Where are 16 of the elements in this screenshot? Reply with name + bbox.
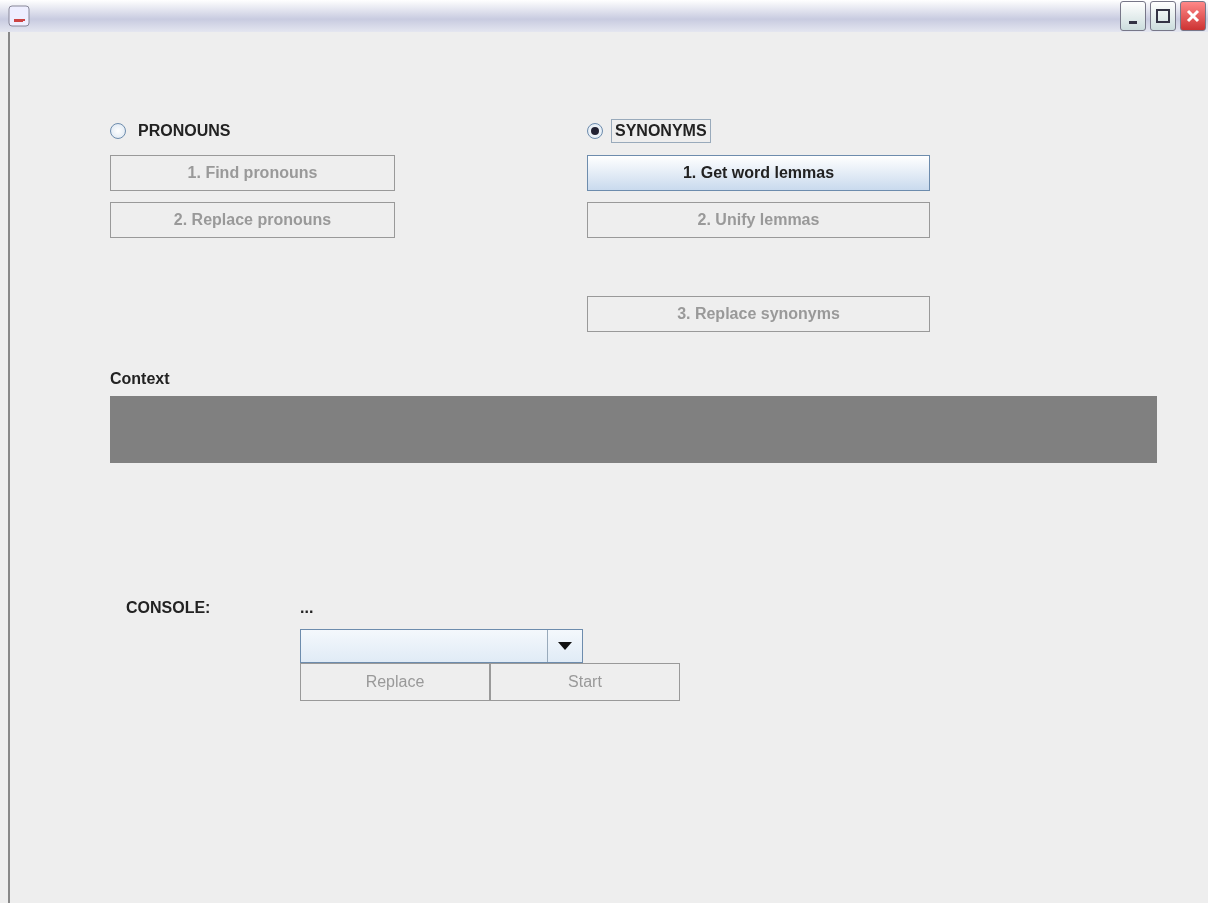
step-button[interactable]: 1. Get word lemmas	[587, 155, 930, 191]
radio-label[interactable]: PRONOUNS	[134, 119, 235, 143]
maximize-icon	[1156, 9, 1170, 23]
console-label: CONSOLE:	[126, 599, 212, 617]
dropdown[interactable]	[300, 629, 583, 663]
radio-label[interactable]: SYNONYMS	[611, 119, 711, 143]
console-output: ...	[300, 599, 314, 617]
close-button[interactable]	[1180, 1, 1206, 31]
minimize-button[interactable]	[1120, 1, 1146, 31]
maximize-button[interactable]	[1150, 1, 1176, 31]
radio-button[interactable]	[110, 123, 126, 139]
minimize-icon	[1129, 20, 1137, 24]
caret-icon	[558, 642, 572, 650]
context-label: Context	[110, 370, 171, 388]
radio-button[interactable]	[587, 123, 603, 139]
close-icon	[1186, 9, 1200, 23]
